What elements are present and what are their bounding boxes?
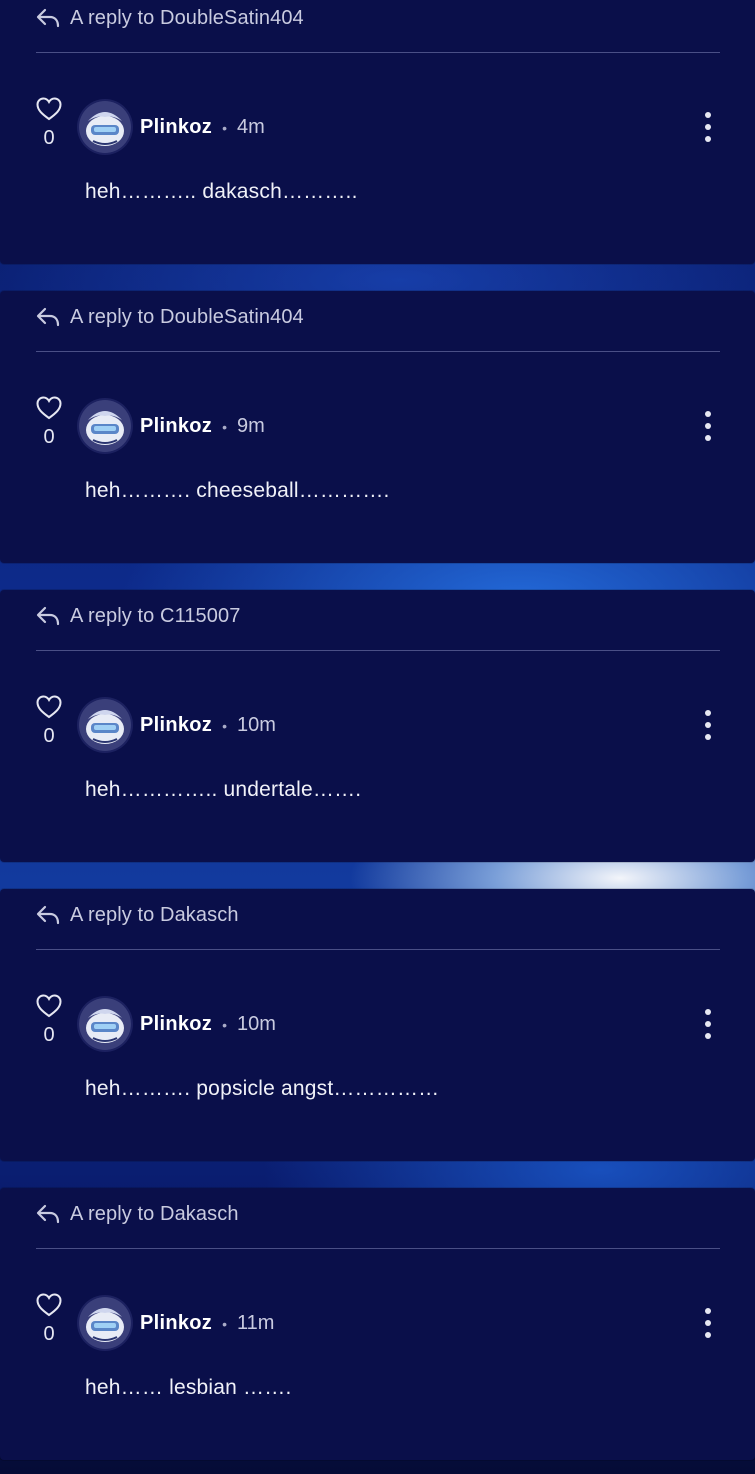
meta-separator: • (222, 1016, 228, 1033)
avatar[interactable] (79, 1297, 131, 1349)
avatar-image (79, 1297, 131, 1349)
more-vertical-icon (705, 411, 711, 417)
avatar-image (79, 400, 131, 452)
more-vertical-icon (705, 112, 711, 118)
like-count: 0 (43, 426, 55, 448)
comment-meta: Plinkoz • 10m (140, 1013, 276, 1036)
meta-separator: • (222, 119, 228, 136)
reply-arrow-icon (36, 905, 60, 925)
more-options-button[interactable] (698, 1308, 718, 1338)
meta-separator: • (222, 717, 228, 734)
comment-card: A reply to Dakasch 0 Plinkoz • 11m heh……… (0, 1188, 755, 1460)
timestamp: 10m (237, 714, 276, 736)
comment-meta: Plinkoz • 9m (140, 415, 265, 438)
author-name[interactable]: Plinkoz (140, 1312, 212, 1335)
meta-separator: • (222, 418, 228, 435)
timestamp: 11m (237, 1312, 275, 1334)
author-name[interactable]: Plinkoz (140, 116, 212, 139)
divider (36, 52, 720, 53)
reply-context[interactable]: A reply to Dakasch (34, 1200, 239, 1228)
author-name[interactable]: Plinkoz (140, 415, 212, 438)
comment-text: heh…… lesbian ……. (85, 1376, 292, 1399)
like-button[interactable]: 0 (34, 694, 64, 746)
divider (36, 949, 720, 950)
author-name[interactable]: Plinkoz (140, 1013, 212, 1036)
reply-context[interactable]: A reply to DoubleSatin404 (34, 4, 304, 32)
like-count: 0 (43, 127, 55, 149)
heart-icon (36, 97, 62, 121)
comment-meta: Plinkoz • 11m (140, 1312, 274, 1335)
avatar-image (79, 101, 131, 153)
reply-to-label: A reply to Dakasch (70, 1202, 239, 1225)
heart-icon (36, 1293, 62, 1317)
more-vertical-icon (705, 710, 711, 716)
reply-to-label: A reply to Dakasch (70, 903, 239, 926)
divider (36, 1248, 720, 1249)
meta-separator: • (222, 1315, 228, 1332)
like-count: 0 (43, 1323, 55, 1345)
divider (36, 650, 720, 651)
more-options-button[interactable] (698, 112, 718, 142)
like-count: 0 (43, 1024, 55, 1046)
reply-context[interactable]: A reply to DoubleSatin404 (34, 303, 304, 331)
like-count: 0 (43, 725, 55, 747)
comment-card: A reply to DoubleSatin404 0 Plinkoz • 4m (0, 0, 755, 264)
avatar-image (79, 998, 131, 1050)
more-vertical-icon (705, 1009, 711, 1015)
like-button[interactable]: 0 (34, 993, 64, 1045)
heart-icon (36, 695, 62, 719)
author-name[interactable]: Plinkoz (140, 714, 212, 737)
timestamp: 4m (237, 116, 265, 138)
reply-arrow-icon (36, 8, 60, 28)
comment-card: A reply to Dakasch 0 Plinkoz • 10m heh……… (0, 889, 755, 1161)
reply-context[interactable]: A reply to C115007 (34, 602, 240, 630)
like-button[interactable]: 0 (34, 1292, 64, 1344)
avatar[interactable] (79, 998, 131, 1050)
like-button[interactable]: 0 (34, 395, 64, 447)
more-options-button[interactable] (698, 411, 718, 441)
more-options-button[interactable] (698, 710, 718, 740)
avatar[interactable] (79, 400, 131, 452)
comment-text: heh………. cheeseball…………. (85, 479, 390, 502)
heart-icon (36, 396, 62, 420)
reply-arrow-icon (36, 307, 60, 327)
comment-meta: Plinkoz • 4m (140, 116, 265, 139)
reply-arrow-icon (36, 1204, 60, 1224)
comment-text: heh………….. undertale……. (85, 778, 362, 801)
reply-to-label: A reply to DoubleSatin404 (70, 305, 304, 328)
more-options-button[interactable] (698, 1009, 718, 1039)
like-button[interactable]: 0 (34, 96, 64, 148)
comment-card: A reply to C115007 0 Plinkoz • 10m heh……… (0, 590, 755, 862)
timestamp: 9m (237, 415, 265, 437)
timestamp: 10m (237, 1013, 276, 1035)
reply-context[interactable]: A reply to Dakasch (34, 901, 239, 929)
reply-to-label: A reply to C115007 (70, 604, 241, 627)
avatar-image (79, 699, 131, 751)
comment-text: heh………. popsicle angst…………… (85, 1077, 440, 1100)
reply-to-label: A reply to DoubleSatin404 (70, 6, 304, 29)
comment-text: heh……….. dakasch……….. (85, 180, 358, 203)
avatar[interactable] (79, 101, 131, 153)
reply-arrow-icon (36, 606, 60, 626)
avatar[interactable] (79, 699, 131, 751)
comment-meta: Plinkoz • 10m (140, 714, 276, 737)
divider (36, 351, 720, 352)
comment-card: A reply to DoubleSatin404 0 Plinkoz • 9m (0, 291, 755, 563)
more-vertical-icon (705, 1308, 711, 1314)
heart-icon (36, 994, 62, 1018)
